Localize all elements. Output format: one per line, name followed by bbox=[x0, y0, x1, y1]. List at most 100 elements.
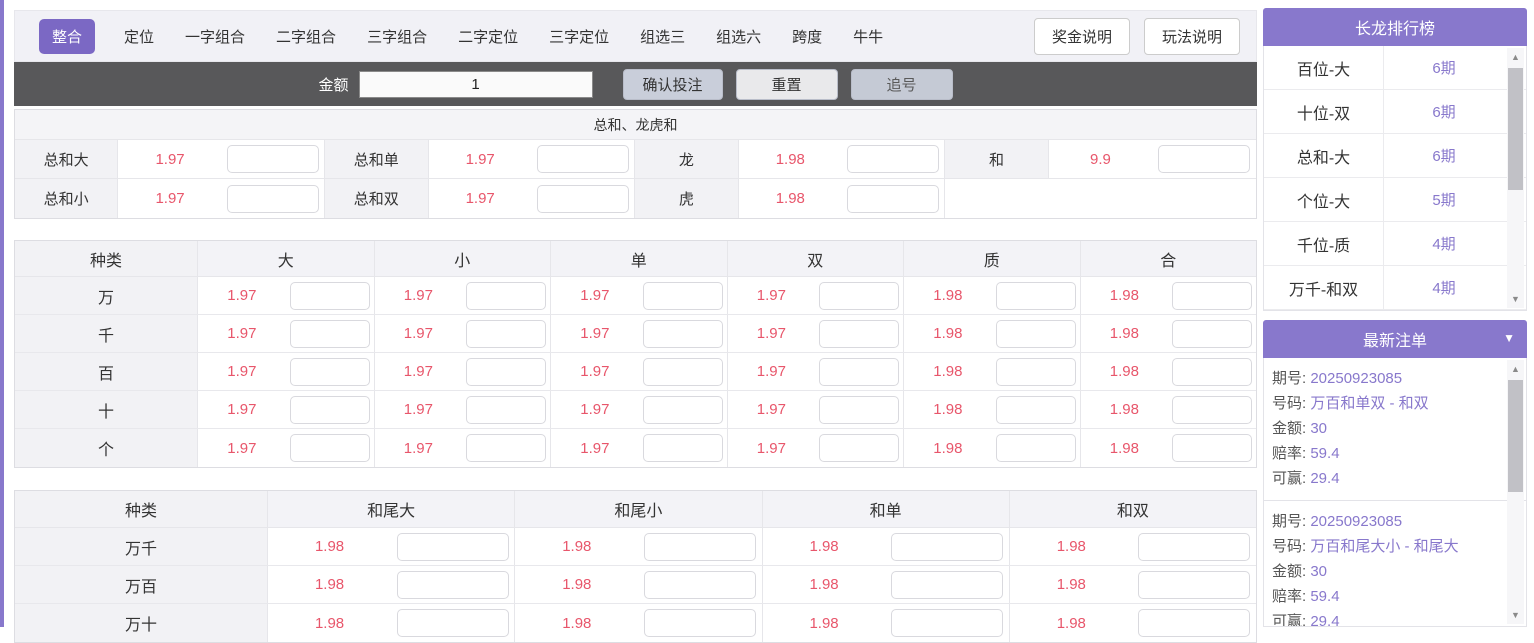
scroll-down-icon[interactable]: ▼ bbox=[1507, 608, 1524, 622]
bet-amount-input[interactable] bbox=[290, 434, 370, 462]
rank-name: 总和-大 bbox=[1264, 134, 1384, 177]
amount-input[interactable] bbox=[359, 71, 593, 98]
bet-amount-input[interactable] bbox=[644, 571, 756, 599]
column-header: 大 bbox=[198, 241, 375, 276]
tab-zuxuan-liu[interactable]: 组选六 bbox=[714, 19, 763, 54]
ranking-panel-title: 长龙排行榜 bbox=[1355, 15, 1435, 39]
column-header: 种类 bbox=[15, 241, 198, 276]
bet-type-label: 龙 bbox=[635, 140, 738, 178]
tab-sanzi-dingwei[interactable]: 三字定位 bbox=[547, 19, 611, 54]
chevron-down-icon[interactable]: ▼ bbox=[1503, 331, 1515, 345]
bet-amount-input[interactable] bbox=[466, 396, 546, 424]
amount-value: 30 bbox=[1310, 563, 1327, 580]
bet-amount-input[interactable] bbox=[819, 358, 899, 386]
bet-amount-input[interactable] bbox=[1138, 533, 1250, 561]
bet-amount-input[interactable] bbox=[290, 282, 370, 310]
reset-button[interactable]: 重置 bbox=[736, 69, 838, 100]
bet-amount-input[interactable] bbox=[290, 358, 370, 386]
tab-kuadu[interactable]: 跨度 bbox=[790, 19, 824, 54]
bet-amount-input[interactable] bbox=[847, 185, 939, 213]
tab-niuniu[interactable]: 牛牛 bbox=[851, 19, 885, 54]
tab-dingwei[interactable]: 定位 bbox=[122, 19, 156, 54]
orders-scrollbar[interactable]: ▲ ▼ bbox=[1507, 360, 1524, 624]
bet-amount-input[interactable] bbox=[1158, 145, 1250, 173]
bet-amount-input[interactable] bbox=[891, 533, 1003, 561]
table-header-row: 种类 和尾大 和尾小 和单 和双 bbox=[15, 491, 1256, 528]
bet-amount-input[interactable] bbox=[996, 434, 1076, 462]
bet-amount-input[interactable] bbox=[466, 320, 546, 348]
bet-amount-input[interactable] bbox=[819, 320, 899, 348]
bet-amount-input[interactable] bbox=[1172, 282, 1252, 310]
bet-amount-input[interactable] bbox=[227, 145, 319, 173]
bet-amount-input[interactable] bbox=[847, 145, 939, 173]
bet-amount-input[interactable] bbox=[466, 434, 546, 462]
tab-zuxuan-san[interactable]: 组选三 bbox=[638, 19, 687, 54]
bet-amount-input[interactable] bbox=[227, 185, 319, 213]
amount-label: 金额: bbox=[1272, 420, 1306, 437]
bet-amount-input[interactable] bbox=[996, 358, 1076, 386]
bet-amount-input[interactable] bbox=[643, 320, 723, 348]
bet-amount-input[interactable] bbox=[466, 358, 546, 386]
row-label: 百 bbox=[15, 353, 198, 390]
bet-amount-input[interactable] bbox=[397, 533, 509, 561]
ranking-scrollbar[interactable]: ▲ ▼ bbox=[1507, 48, 1524, 308]
main-content: 整合 定位 一字组合 二字组合 三字组合 二字定位 三字定位 组选三 组选六 跨… bbox=[14, 0, 1257, 643]
odds-value: 59.4 bbox=[1310, 445, 1339, 462]
scroll-up-icon[interactable]: ▲ bbox=[1507, 50, 1524, 64]
tab-erzi-dingwei[interactable]: 二字定位 bbox=[456, 19, 520, 54]
odds-value: 9.9 bbox=[1049, 140, 1152, 178]
bet-amount-input[interactable] bbox=[397, 609, 509, 637]
scrollbar-thumb[interactable] bbox=[1508, 380, 1523, 492]
table-row: 万百 1.98 1.98 1.98 1.98 bbox=[15, 566, 1256, 604]
bet-amount-input[interactable] bbox=[290, 396, 370, 424]
bet-amount-input[interactable] bbox=[397, 571, 509, 599]
odds-value: 59.4 bbox=[1310, 588, 1339, 605]
bet-amount-input[interactable] bbox=[644, 609, 756, 637]
bet-amount-input[interactable] bbox=[1172, 320, 1252, 348]
bet-amount-input[interactable] bbox=[1172, 358, 1252, 386]
bet-amount-input[interactable] bbox=[643, 434, 723, 462]
tab-zhenghe[interactable]: 整合 bbox=[39, 19, 95, 54]
bet-amount-input[interactable] bbox=[1172, 434, 1252, 462]
bet-amount-input[interactable] bbox=[891, 609, 1003, 637]
tab-yizi-zuhe[interactable]: 一字组合 bbox=[183, 19, 247, 54]
bet-amount-input[interactable] bbox=[1138, 571, 1250, 599]
odds-value: 1.97 bbox=[551, 429, 639, 467]
tab-sanzi-zuhe[interactable]: 三字组合 bbox=[365, 19, 429, 54]
table-row: 万十 1.98 1.98 1.98 1.98 bbox=[15, 604, 1256, 642]
rules-info-button[interactable]: 玩法说明 bbox=[1144, 18, 1240, 55]
bonus-info-button[interactable]: 奖金说明 bbox=[1034, 18, 1130, 55]
bet-amount-input[interactable] bbox=[643, 358, 723, 386]
rank-name: 个位-大 bbox=[1264, 178, 1384, 221]
rank-streak: 4期 bbox=[1384, 222, 1504, 265]
bet-amount-input[interactable] bbox=[996, 396, 1076, 424]
tab-erzi-zuhe[interactable]: 二字组合 bbox=[274, 19, 338, 54]
rank-name: 千位-质 bbox=[1264, 222, 1384, 265]
sum-tail-odds-table: 种类 和尾大 和尾小 和单 和双 万千 1.98 1.98 1.98 1.98 … bbox=[14, 490, 1257, 643]
sum-row-2: 总和小 1.97 总和双 1.97 虎 1.98 bbox=[15, 179, 1256, 218]
bet-amount-input[interactable] bbox=[996, 320, 1076, 348]
bet-amount-input[interactable] bbox=[819, 434, 899, 462]
scroll-down-icon[interactable]: ▼ bbox=[1507, 292, 1524, 306]
bet-amount-input[interactable] bbox=[819, 396, 899, 424]
confirm-bet-button[interactable]: 确认投注 bbox=[623, 69, 723, 100]
bet-amount-input[interactable] bbox=[643, 282, 723, 310]
bet-amount-input[interactable] bbox=[643, 396, 723, 424]
ranking-panel-header: 长龙排行榜 bbox=[1263, 8, 1527, 46]
scrollbar-thumb[interactable] bbox=[1508, 68, 1523, 190]
column-header: 单 bbox=[551, 241, 728, 276]
bet-amount-input[interactable] bbox=[537, 145, 629, 173]
bet-amount-input[interactable] bbox=[1138, 609, 1250, 637]
bet-amount-input[interactable] bbox=[644, 533, 756, 561]
bet-amount-input[interactable] bbox=[537, 185, 629, 213]
bet-amount-input[interactable] bbox=[819, 282, 899, 310]
column-header: 和尾小 bbox=[515, 491, 762, 527]
bet-amount-input[interactable] bbox=[290, 320, 370, 348]
win-label: 可赢: bbox=[1272, 613, 1306, 627]
bet-amount-input[interactable] bbox=[996, 282, 1076, 310]
bet-amount-input[interactable] bbox=[1172, 396, 1252, 424]
chase-button[interactable]: 追号 bbox=[851, 69, 953, 100]
bet-amount-input[interactable] bbox=[466, 282, 546, 310]
bet-amount-input[interactable] bbox=[891, 571, 1003, 599]
scroll-up-icon[interactable]: ▲ bbox=[1507, 362, 1524, 376]
